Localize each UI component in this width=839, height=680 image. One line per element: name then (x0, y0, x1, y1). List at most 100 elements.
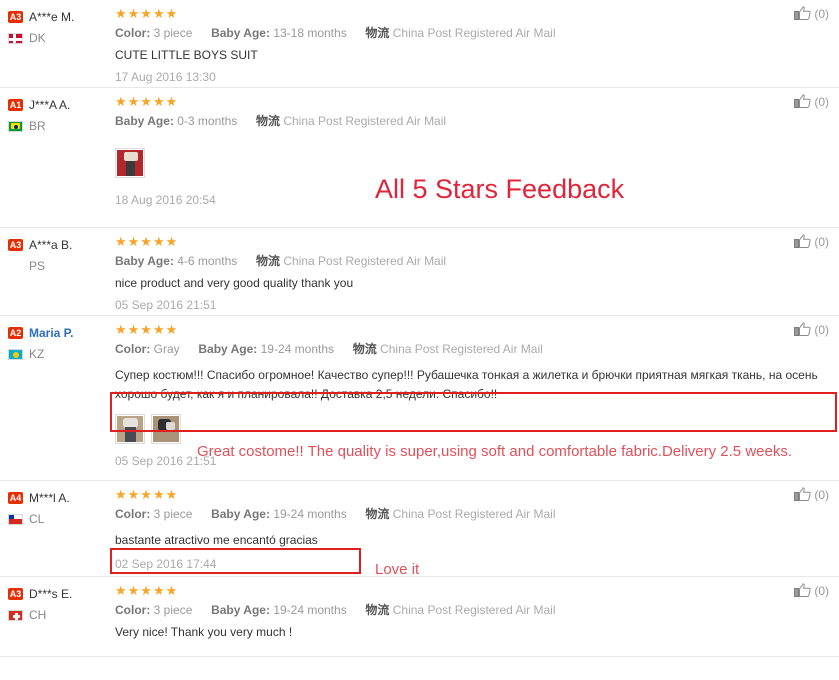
review-item: A1 J***A A. BR ★★★★★ Baby Age: 0-3 month… (0, 88, 839, 228)
logistics-icon: 物流 (255, 114, 280, 128)
purchase-attributes: Color: 3 piece Baby Age: 19-24 months 物流… (115, 602, 769, 619)
color-value: 3 piece (153, 26, 193, 40)
color-label: Color: (115, 603, 151, 617)
star-rating-icon: ★★★★★ (115, 6, 179, 21)
purchase-attributes: Baby Age: 4-6 months 物流 China Post Regis… (115, 253, 769, 270)
star-rating-icon: ★★★★★ (115, 322, 179, 337)
logistics-icon: 物流 (365, 26, 390, 40)
country-flag-icon (8, 120, 23, 132)
review-image-thumbnail[interactable] (115, 148, 145, 178)
review-content: ★★★★★ Baby Age: 4-6 months 物流 China Post… (115, 234, 839, 312)
annotation-love-it: Love it (375, 561, 420, 578)
country-code: DK (29, 31, 46, 45)
review-item: A4 M***l A. CL ★★★★★ Color: 3 piece Baby… (0, 481, 839, 577)
buyer-level-badge: A3 (8, 11, 23, 23)
buyer-level-badge: A2 (8, 327, 23, 339)
purchase-attributes: Color: 3 piece Baby Age: 19-24 months 物流… (115, 506, 769, 523)
color-value: 3 piece (153, 603, 193, 617)
helpful-count: (0) (814, 487, 829, 502)
buyer-name: J***A A. (29, 98, 71, 112)
thumbs-up-icon[interactable] (794, 6, 811, 21)
user-line: A3 A***a B. (8, 236, 115, 254)
country-line: BR (8, 117, 115, 135)
helpful-count: (0) (814, 583, 829, 598)
review-image-thumbnail[interactable] (115, 414, 145, 444)
buyer-name: A***e M. (29, 10, 75, 24)
country-flag-icon (8, 513, 23, 525)
user-column: A3 A***a B. PS (0, 234, 115, 307)
buyer-name: D***s E. (29, 587, 73, 601)
review-content: ★★★★★ Color: 3 piece Baby Age: 13-18 mon… (115, 6, 839, 84)
baby-age-value: 0-3 months (177, 114, 238, 128)
buyer-level-badge: A4 (8, 492, 23, 504)
review-comment: CUTE LITTLE BOYS SUIT (115, 48, 258, 62)
annotation-headline: All 5 Stars Feedback (375, 174, 625, 204)
user-column: A2 Maria P. KZ (0, 322, 115, 472)
thumbs-up-icon[interactable] (794, 322, 811, 337)
star-rating-icon: ★★★★★ (115, 234, 179, 249)
logistics-icon: 物流 (255, 254, 280, 268)
logistics-icon: 物流 (352, 342, 377, 356)
color-value: 3 piece (153, 507, 193, 521)
buyer-level-badge: A3 (8, 588, 23, 600)
baby-age-value: 19-24 months (273, 507, 347, 521)
buyer-name[interactable]: Maria P. (29, 326, 73, 340)
country-code: CL (29, 512, 45, 526)
thumbs-up-icon[interactable] (794, 234, 811, 249)
helpful-count: (0) (814, 234, 829, 249)
helpful-button[interactable]: (0) (794, 322, 829, 337)
buyer-level-badge: A1 (8, 99, 23, 111)
logistics-value: China Post Registered Air Mail (283, 254, 447, 268)
thumbs-up-icon[interactable] (794, 487, 811, 502)
review-comment: Супер костюм!!! Спасибо огромное! Качест… (115, 368, 818, 401)
helpful-count: (0) (814, 322, 829, 337)
color-label: Color: (115, 342, 151, 356)
baby-age-label: Baby Age: (198, 342, 258, 356)
review-item: A3 D***s E. CH ★★★★★ Color: 3 piece Baby… (0, 577, 839, 657)
buyer-name: A***a B. (29, 238, 73, 252)
user-line: A3 A***e M. (8, 8, 115, 26)
baby-age-label: Baby Age: (115, 254, 174, 268)
purchase-attributes: Color: 3 piece Baby Age: 13-18 months 物流… (115, 25, 769, 42)
review-date: 02 Sep 2016 17:44 (115, 557, 217, 571)
thumbs-up-icon[interactable] (794, 94, 811, 109)
helpful-button[interactable]: (0) (794, 487, 829, 502)
country-line: CH (8, 606, 115, 624)
star-rating-icon: ★★★★★ (115, 487, 179, 502)
baby-age-label: Baby Age: (115, 114, 174, 128)
helpful-count: (0) (814, 94, 829, 109)
baby-age-label: Baby Age: (211, 603, 270, 617)
country-line: PS (8, 257, 115, 275)
helpful-count: (0) (814, 6, 829, 21)
country-code: CH (29, 608, 47, 622)
star-rating-icon: ★★★★★ (115, 94, 179, 109)
helpful-button[interactable]: (0) (794, 6, 829, 21)
logistics-value: China Post Registered Air Mail (392, 603, 556, 617)
baby-age-label: Baby Age: (211, 26, 270, 40)
color-value: Gray (153, 342, 180, 356)
country-line: DK (8, 29, 115, 47)
helpful-button[interactable]: (0) (794, 94, 829, 109)
baby-age-label: Baby Age: (211, 507, 270, 521)
review-content: ★★★★★ Color: 3 piece Baby Age: 19-24 mon… (115, 583, 839, 648)
user-column: A4 M***l A. CL (0, 487, 115, 568)
country-code: PS (29, 259, 46, 273)
logistics-icon: 物流 (365, 507, 390, 521)
logistics-icon: 物流 (365, 603, 390, 617)
country-code: BR (29, 119, 46, 133)
review-image-thumbnail[interactable] (151, 414, 181, 444)
review-comment: Very nice! Thank you very much ! (115, 625, 293, 639)
logistics-value: China Post Registered Air Mail (380, 342, 543, 356)
helpful-button[interactable]: (0) (794, 583, 829, 598)
review-content: ★★★★★ Color: 3 piece Baby Age: 19-24 mon… (115, 487, 839, 571)
country-flag-icon (8, 348, 23, 360)
baby-age-value: 13-18 months (273, 26, 347, 40)
color-label: Color: (115, 26, 151, 40)
baby-age-value: 4-6 months (177, 254, 238, 268)
user-line: A1 J***A A. (8, 96, 115, 114)
review-item: A3 A***a B. PS ★★★★★ Baby Age: 4-6 month… (0, 228, 839, 316)
user-column: A3 D***s E. CH (0, 583, 115, 648)
thumbs-up-icon[interactable] (794, 583, 811, 598)
user-line: A4 M***l A. (8, 489, 115, 507)
helpful-button[interactable]: (0) (794, 234, 829, 249)
